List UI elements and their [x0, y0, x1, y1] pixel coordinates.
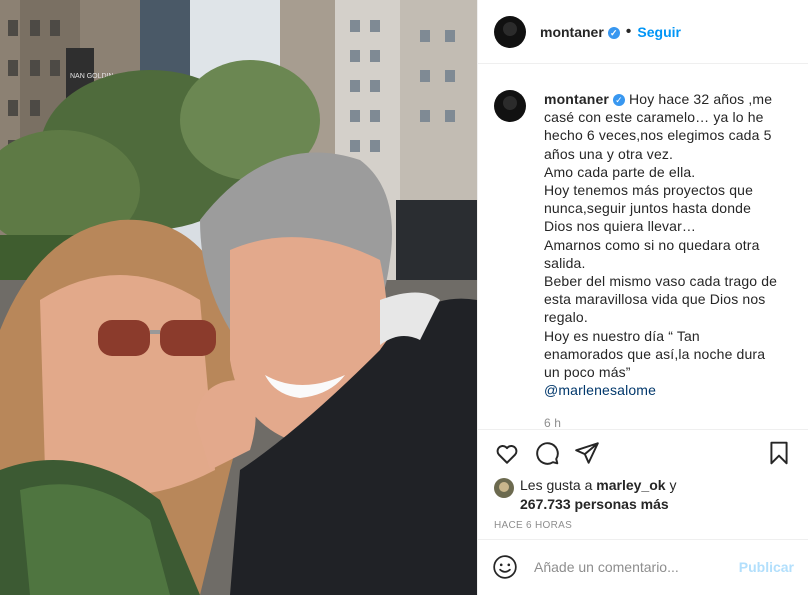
comment-icon[interactable]	[534, 440, 560, 466]
caption-line: enamorados que así,la noche dura	[544, 345, 766, 362]
post-side-panel: montaner ✓ • Seguir montaner ✓ Hoy hace 32…	[477, 0, 808, 595]
heart-icon[interactable]	[494, 440, 520, 466]
comment-input[interactable]	[532, 558, 739, 576]
selfie-photo-illustration: NAN GOLDIN	[0, 0, 477, 595]
caption-line: Hoy es nuestro día “ Tan	[544, 327, 700, 344]
caption-line: Hoy tenemos más proyectos que	[544, 182, 754, 199]
separator-dot: •	[625, 22, 632, 40]
avatar[interactable]	[494, 15, 526, 48]
username-text[interactable]: montaner	[540, 24, 604, 40]
caption-text: montaner ✓ Hoy hace 32 años ,me casé con …	[544, 90, 794, 433]
caption-line: un poco más”	[544, 364, 631, 381]
publish-button[interactable]: Publicar	[739, 559, 794, 575]
post-time-ago[interactable]: HACE 6 HORAS	[494, 520, 572, 531]
liker-username[interactable]: marley_ok	[596, 477, 665, 493]
caption-line: salida.	[544, 254, 586, 271]
verified-badge-icon: ✓	[607, 26, 620, 39]
caption-line: hecho 6 veces,nos elegimos cada 5	[544, 127, 772, 144]
post-photo[interactable]: NAN GOLDIN	[0, 0, 477, 595]
caption-username[interactable]: montaner	[544, 91, 609, 107]
comment-bar: Publicar	[478, 539, 808, 595]
caption-avatar[interactable]	[494, 90, 526, 122]
follow-button[interactable]: Seguir	[637, 24, 681, 40]
verified-badge-icon: ✓	[613, 94, 625, 106]
caption-line: años una y otra vez.	[544, 145, 674, 162]
caption-line-text: Hoy hace 32 años ,me	[629, 91, 773, 107]
action-bar	[494, 440, 792, 470]
caption-line: Amo cada parte de ella.	[544, 163, 696, 180]
caption-line: Beber del mismo vaso cada trago de	[544, 273, 778, 290]
likes-count[interactable]: 267.733 personas más	[520, 496, 669, 512]
emoji-icon[interactable]	[492, 554, 518, 580]
instagram-post: NAN GOLDIN montaner ✓ • Seguir montaner …	[0, 0, 808, 595]
caption-line: nunca,seguir juntos hasta donde	[544, 200, 752, 217]
post-header: montaner ✓ • Seguir	[478, 0, 808, 64]
liker-avatar[interactable]	[494, 478, 514, 498]
mention-link[interactable]: @marlenesalome	[544, 381, 794, 399]
likes-and: y	[669, 477, 677, 493]
divider	[478, 429, 808, 430]
header-username[interactable]: montaner ✓	[540, 24, 620, 40]
caption-block: montaner ✓ Hoy hace 32 años ,me casé con …	[494, 90, 794, 433]
caption-line: esta maravillosa vida que Dios nos	[544, 291, 766, 308]
caption-line: casé con este caramelo… ya lo he	[544, 109, 764, 126]
likes-prefix: Les gusta a	[520, 477, 593, 493]
likes-text: Les gusta a marley_ok y 267.733 personas…	[520, 476, 676, 514]
share-icon[interactable]	[574, 440, 600, 466]
caption-line: Dios nos quiera llevar…	[544, 218, 697, 235]
caption-line-1: montaner ✓ Hoy hace 32 años ,me	[544, 90, 794, 108]
caption-line: regalo.	[544, 309, 588, 326]
caption-line: Amarnos como si no quedara otra	[544, 236, 760, 253]
likes-summary: Les gusta a marley_ok y 267.733 personas…	[494, 476, 676, 514]
bookmark-icon[interactable]	[766, 440, 792, 466]
